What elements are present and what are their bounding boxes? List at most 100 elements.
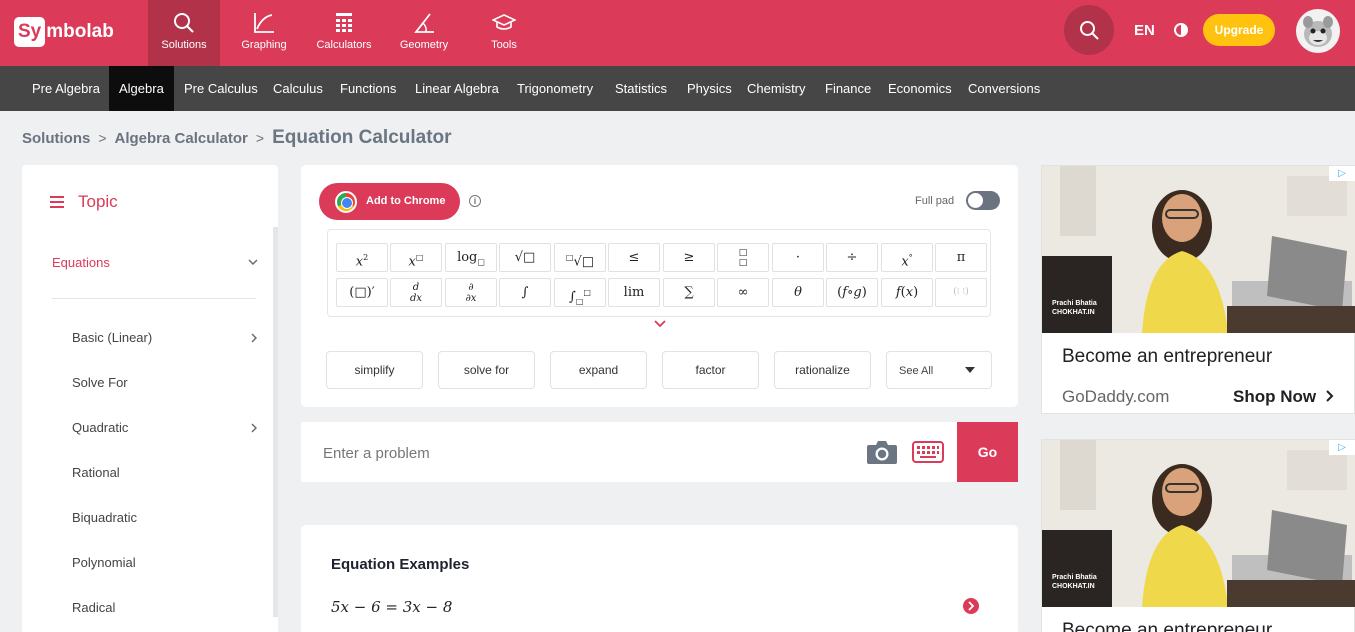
subject-calculus[interactable]: Calculus [263,66,333,111]
header-search-button[interactable] [1064,5,1114,55]
subject-pre-calculus[interactable]: Pre Calculus [174,66,268,111]
chart-line-icon [254,13,274,33]
key-definite-integral[interactable]: ∫□□ [554,278,606,307]
key-nth-root[interactable]: □√□ [554,243,606,272]
key-greater-equal[interactable]: ≥ [663,243,715,272]
subject-statistics[interactable]: Statistics [605,66,677,111]
nav-graphing[interactable]: Graphing [228,0,300,66]
upgrade-button[interactable]: Upgrade [1203,14,1275,46]
subject-trigonometry[interactable]: Trigonometry [507,66,603,111]
ad-shop-now-button[interactable]: Shop Now [1233,387,1335,407]
key-degree[interactable]: x° [881,243,933,272]
ad-image[interactable]: ▷ Prachi Bhatia CHOKHAT.IN [1042,440,1355,607]
logo-text: mbolab [46,21,114,42]
examples-title: Equation Examples [331,556,470,573]
topic-header[interactable]: Topic [50,192,118,212]
contrast-icon[interactable] [1173,22,1189,38]
rationalize-button[interactable]: rationalize [774,351,871,389]
key-pi[interactable]: π [935,243,987,272]
key-function[interactable]: f(x) [881,278,933,307]
subject-conversions[interactable]: Conversions [958,66,1050,111]
key-derivative[interactable]: d dx [390,278,442,307]
nav-solutions[interactable]: Solutions [148,0,220,66]
sidebar-item-polynomial[interactable]: Polynomial [72,555,258,575]
language-selector[interactable]: EN [1134,22,1155,39]
key-compose[interactable]: (f∘g) [826,278,878,307]
subject-finance[interactable]: Finance [815,66,881,111]
chevron-down-icon[interactable] [653,319,667,329]
avatar[interactable] [1296,9,1340,53]
sidebar-item-basic-linear[interactable]: Basic (Linear) [72,330,258,350]
key-infinity[interactable]: ∞ [717,278,769,307]
sidebar-item-quadratic[interactable]: Quadratic [72,420,258,440]
nav-label: Solutions [161,39,207,51]
key-sum[interactable]: ∑ [663,278,715,307]
breadcrumb-algebra-calculator[interactable]: Algebra Calculator [115,130,248,147]
ad-cta-label: Shop Now [1233,387,1317,406]
key-integral[interactable]: ∫ [499,278,551,307]
key-fraction[interactable]: □ □ [717,243,769,272]
full-pad-toggle[interactable] [966,191,1000,210]
full-pad-label: Full pad [915,195,955,207]
problem-input[interactable] [323,442,843,464]
sidebar-item-equations[interactable]: Equations [52,255,258,275]
sidebar-scrollbar[interactable] [273,227,278,617]
nav-geometry[interactable]: Geometry [388,0,460,66]
key-sqrt[interactable]: √□ [499,243,551,272]
key-x-squared[interactable]: x2 [336,243,388,272]
camera-icon[interactable] [866,439,898,465]
see-all-dropdown[interactable]: See All [886,351,992,389]
solve-for-button[interactable]: solve for [438,351,535,389]
sidebar-item-radical[interactable]: Radical [72,600,258,620]
breadcrumb-solutions[interactable]: Solutions [22,130,90,147]
nav-calculators[interactable]: Calculators [308,0,380,66]
key-limit[interactable]: lim [608,278,660,307]
key-prime[interactable]: (□)′ [336,278,388,307]
ad-caption-org: CHOKHAT.IN [1052,583,1095,590]
key-multiply-dot[interactable]: · [772,243,824,272]
add-to-chrome-button[interactable]: Add to Chrome [319,183,460,220]
expand-button[interactable]: expand [550,351,647,389]
ad-headline[interactable]: Become an entrepreneur [1062,346,1272,368]
chrome-icon [335,191,357,213]
ad-banner[interactable]: ▷ Prachi Bhatia CHOKHAT.IN Become an ent… [1041,165,1355,414]
chevron-right-icon [1326,390,1334,402]
sidebar-item-biquadratic[interactable]: Biquadratic [72,510,258,530]
chevron-right-icon [251,333,257,343]
breadcrumb-separator: > [98,130,107,146]
key-theta[interactable]: θ [772,278,824,307]
key-matrix[interactable]: (⁝ ⁝) [935,278,987,307]
ad-banner[interactable]: ▷ Prachi Bhatia CHOKHAT.IN Become an ent… [1041,439,1355,632]
logo-mark: Sy [14,17,46,47]
key-divide[interactable]: ÷ [826,243,878,272]
symbol-keypad: x2 x□ log□ √□ □√□ ≤ ≥ □ □ · ÷ x° π (□)′ d… [327,229,991,317]
ad-choices-icon[interactable]: ▷ [1329,440,1355,455]
factor-button[interactable]: factor [662,351,759,389]
subject-algebra[interactable]: Algebra [109,66,174,111]
subject-chemistry[interactable]: Chemistry [737,66,816,111]
ad-image[interactable]: ▷ Prachi Bhatia CHOKHAT.IN [1042,166,1355,333]
example-equation[interactable]: 5x − 6 = 3x − 8 [331,598,452,616]
sidebar-item-solve-for[interactable]: Solve For [72,375,258,395]
keyboard-icon[interactable] [912,441,944,463]
nav-tools[interactable]: Tools [468,0,540,66]
key-partial-derivative[interactable]: ∂ ∂x [445,278,497,307]
subject-linear-algebra[interactable]: Linear Algebra [405,66,509,111]
simplify-button[interactable]: simplify [326,351,423,389]
ad-headline[interactable]: Become an entrepreneur [1062,620,1272,632]
symbolab-logo[interactable]: Sy mbolab [14,16,114,48]
info-icon[interactable]: i [469,195,481,207]
subject-physics[interactable]: Physics [677,66,742,111]
go-button[interactable]: Go [957,422,1018,482]
ad-domain[interactable]: GoDaddy.com [1062,387,1169,407]
key-less-equal[interactable]: ≤ [608,243,660,272]
subject-pre-algebra[interactable]: Pre Algebra [22,66,110,111]
key-x-power[interactable]: x□ [390,243,442,272]
ad-caption-org: CHOKHAT.IN [1052,309,1095,316]
example-go-button[interactable] [963,598,979,614]
ad-choices-icon[interactable]: ▷ [1329,166,1355,181]
sidebar-item-rational[interactable]: Rational [72,465,258,485]
subject-economics[interactable]: Economics [878,66,962,111]
subject-functions[interactable]: Functions [330,66,406,111]
key-log-base[interactable]: log□ [445,243,497,272]
